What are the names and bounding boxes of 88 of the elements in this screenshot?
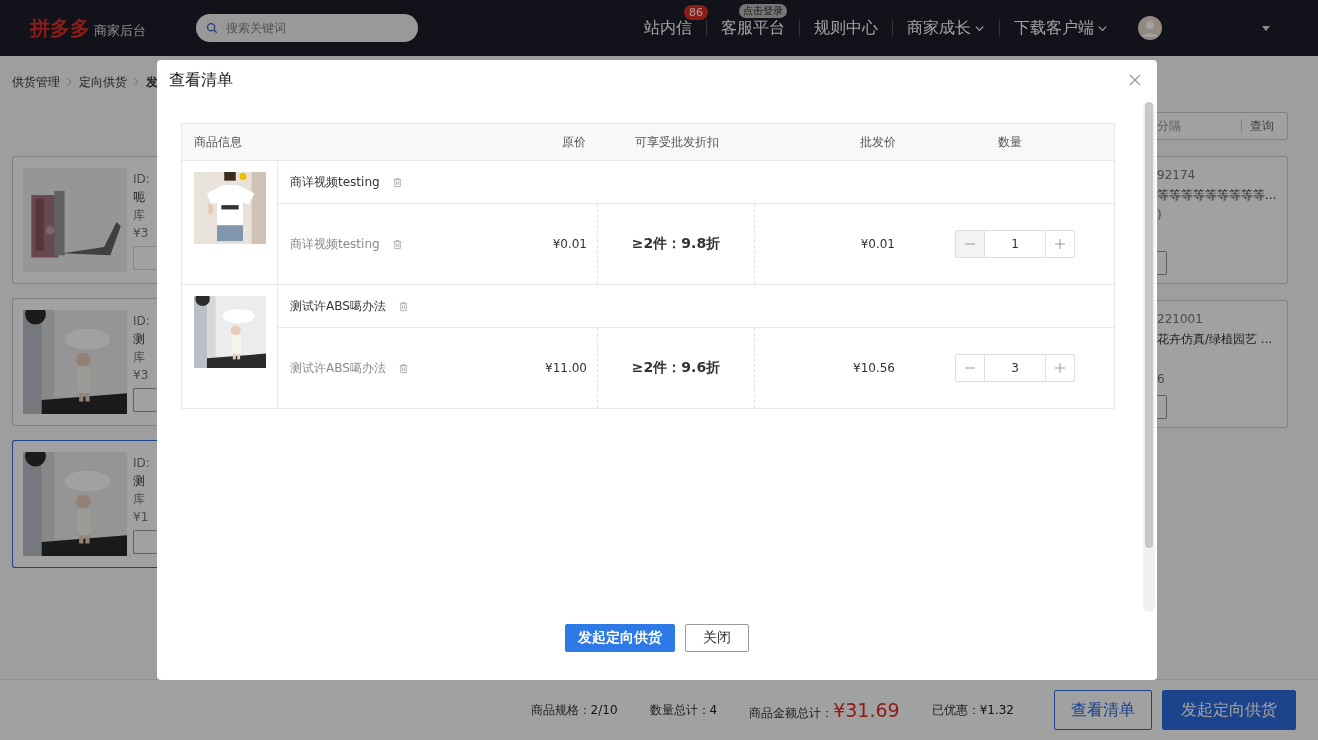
wholesale-price: ¥10.56: [853, 361, 895, 375]
close-icon: [1129, 74, 1141, 86]
decrease-button[interactable]: [955, 354, 985, 382]
query-button[interactable]: 查询: [1241, 119, 1282, 133]
product-price: ¥3: [133, 225, 150, 242]
stat-value: ¥1.32: [979, 702, 1014, 717]
increase-button[interactable]: [1045, 230, 1075, 258]
quantity-field[interactable]: 3: [985, 354, 1045, 382]
stat-label: 商品规格：: [530, 701, 591, 719]
original-price: ¥11.00: [545, 361, 587, 375]
product-id: ID:: [133, 171, 151, 188]
plus-icon: [1054, 238, 1066, 250]
column-header: 可享受批发折扣: [634, 133, 720, 151]
search-field[interactable]: 分隔 查询: [1157, 112, 1288, 140]
scrollbar[interactable]: [1143, 102, 1155, 612]
stat-value: 2/10: [590, 702, 618, 717]
trash-icon: [391, 238, 403, 250]
stat-value: ¥31.69: [833, 698, 900, 721]
nav-link[interactable]: 客服平台: [721, 17, 785, 39]
product-id: 221001: [1157, 311, 1204, 328]
breadcrumb-link[interactable]: 供货管理: [12, 73, 60, 91]
search-field[interactable]: 搜索关键词: [196, 14, 418, 42]
product-name: 花卉仿真/绿植园艺 ...: [1157, 331, 1274, 348]
sku-name: 测试许ABS噶办法: [290, 359, 386, 377]
product-title: 测试许ABS噶办法: [290, 297, 386, 315]
close-button[interactable]: 关闭: [685, 624, 749, 652]
product-name: 等等等等等等等等等...: [1157, 187, 1278, 204]
close-button[interactable]: [1127, 72, 1143, 88]
submit-button[interactable]: 发起定向供货: [1162, 690, 1296, 730]
product-id: ID:: [133, 313, 151, 330]
dropdown-arrow-icon: [1262, 25, 1270, 31]
product-card[interactable]: ID: 测 库 ¥3: [12, 298, 157, 426]
product-id: 92174: [1157, 167, 1197, 184]
product-title: 商详视频testing: [290, 173, 380, 191]
stock-label: 库: [133, 349, 146, 366]
wholesale-price: ¥0.01: [860, 237, 895, 251]
search-input[interactable]: 搜索关键词: [224, 20, 408, 36]
chevron-right-icon: [66, 77, 73, 87]
discount-text: ≥2件：9.8折: [631, 235, 721, 253]
stock-label: ): [1157, 207, 1163, 224]
product-card[interactable]: 92174 等等等等等等等等等... ): [1157, 156, 1288, 284]
nav-link[interactable]: 商家成长: [907, 17, 971, 39]
column-header: 商品信息: [193, 133, 243, 151]
search-input[interactable]: 分隔: [1157, 119, 1241, 133]
product-price: 6: [1157, 371, 1166, 388]
product-card[interactable]: 221001 花卉仿真/绿植园艺 ... 6: [1157, 300, 1288, 428]
product-price: ¥3: [133, 367, 150, 384]
column-header: 数量: [997, 133, 1023, 151]
product-name: 测: [133, 473, 146, 490]
product-name: 测: [133, 331, 146, 348]
submit-button[interactable]: 发起定向供货: [565, 624, 675, 652]
trash-icon: [391, 176, 403, 188]
stat-label: 商品金额总计：: [749, 704, 834, 722]
increase-button[interactable]: [1045, 354, 1075, 382]
breadcrumb-link[interactable]: 发: [146, 73, 158, 91]
logo-subtitle: 商家后台: [94, 21, 146, 40]
plus-icon: [1054, 362, 1066, 374]
sku-name: 商详视频testing: [290, 235, 380, 253]
stat-label: 数量总计：: [649, 701, 710, 719]
product-card[interactable]: ID: 测 库 ¥1: [12, 440, 157, 568]
chevron-right-icon: [133, 77, 140, 87]
original-price: ¥0.01: [552, 237, 587, 251]
discount-text: ≥2件：9.6折: [631, 359, 721, 377]
column-header: 批发价: [859, 133, 897, 151]
trash-icon: [397, 362, 409, 374]
stock-label: 库: [133, 207, 146, 224]
product-price: ¥1: [133, 509, 150, 526]
count-badge: 86: [684, 4, 708, 20]
column-header: 原价: [561, 133, 587, 151]
dialog-title: 查看清单: [169, 69, 233, 91]
nav-link[interactable]: 站内信: [644, 17, 692, 39]
product-id: ID:: [133, 455, 151, 472]
product-name: 呃: [133, 189, 146, 206]
view-list-button[interactable]: 查看清单: [1054, 690, 1152, 730]
breadcrumb-link[interactable]: 定向供货: [79, 73, 127, 91]
select-button[interactable]: [133, 530, 157, 554]
stock-label: 库: [133, 491, 146, 508]
select-button[interactable]: [133, 388, 157, 412]
search-icon: [206, 22, 218, 34]
nav-link[interactable]: 下载客户端: [1014, 17, 1094, 39]
quantity-field[interactable]: 1: [985, 230, 1045, 258]
stat-label: 已优惠：: [931, 701, 980, 719]
avatar: [1138, 16, 1162, 40]
trash-icon: [397, 300, 409, 312]
logo: 拼多多: [30, 14, 90, 42]
login-badge: 点击登录: [739, 3, 787, 18]
nav-link[interactable]: 规则中心: [814, 17, 878, 39]
stat-value: 4: [709, 702, 718, 717]
